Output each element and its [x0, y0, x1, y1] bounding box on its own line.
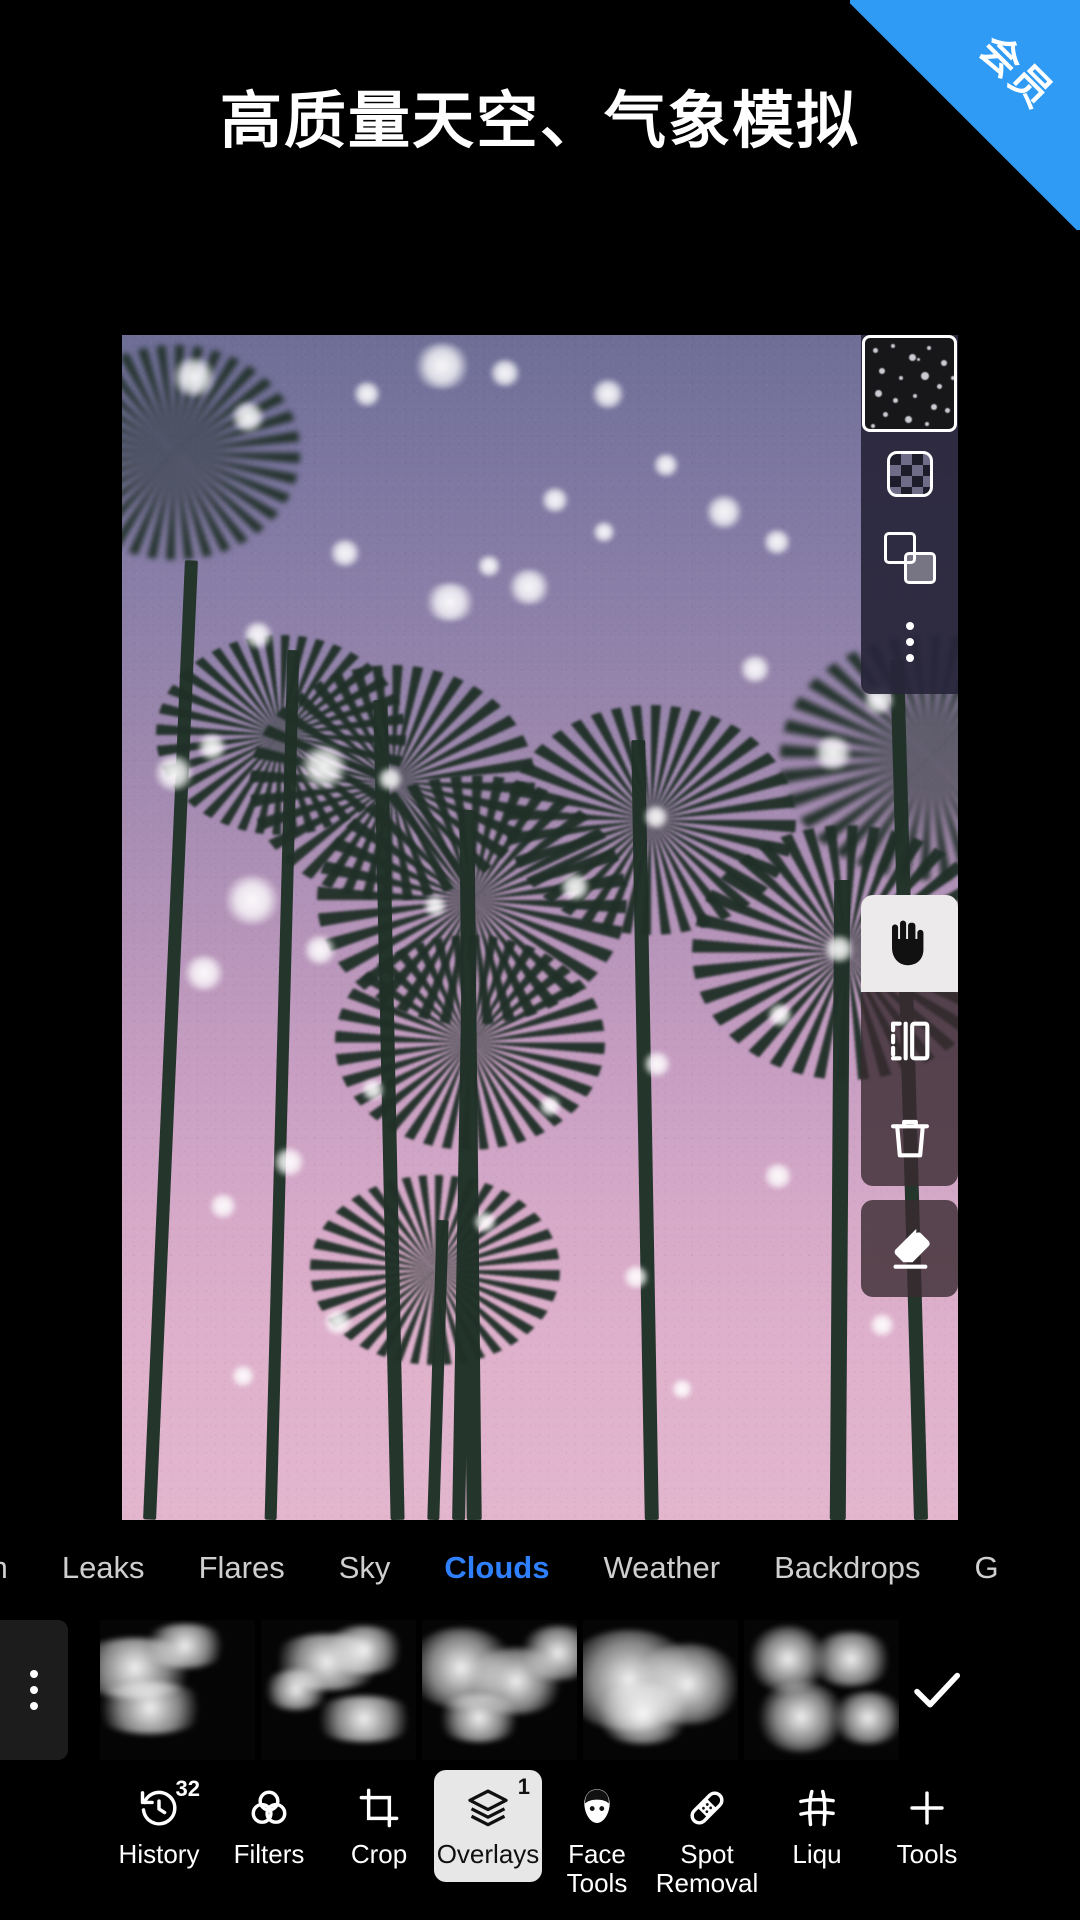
toolbar-label: Liqu	[792, 1839, 842, 1869]
overlay-more-button[interactable]	[0, 1620, 68, 1760]
more-vertical-icon	[30, 1670, 38, 1710]
mask-checkerboard-button[interactable]	[861, 432, 958, 516]
tab-clouds[interactable]: Clouds	[417, 1550, 576, 1586]
toolbar-label: Tools	[896, 1839, 958, 1869]
app-screen: 会员 高质量天空、气象模拟 Leaks Flares Sky Clouds We…	[0, 0, 1080, 1920]
hand-icon	[891, 920, 923, 965]
trash-icon	[890, 1119, 929, 1157]
snow-bokeh-overlay	[122, 335, 958, 1520]
tab-flares[interactable]: Flares	[172, 1550, 312, 1586]
bandage-icon	[684, 1784, 730, 1832]
cloud-art	[100, 1620, 255, 1760]
page-title: 高质量天空、气象模拟	[219, 87, 860, 156]
photo-canvas[interactable]	[122, 335, 958, 1520]
filters-circles-icon	[246, 1784, 292, 1832]
toolbar-item-filters[interactable]: Filters	[214, 1770, 324, 1869]
overlay-category-tabs[interactable]: m Leaks Flares Sky Clouds Weather Backdr…	[0, 1540, 1080, 1596]
toolbar-item-overlays[interactable]: 1 Overlays	[434, 1770, 542, 1882]
checkerboard-icon	[886, 451, 933, 497]
cloud-art	[583, 1620, 738, 1760]
plus-icon	[904, 1784, 950, 1832]
toolbar-label: Crop	[350, 1839, 408, 1869]
overlays-badge: 1	[517, 1774, 530, 1799]
confirm-button[interactable]	[862, 1620, 1012, 1760]
eraser-icon	[893, 1228, 930, 1269]
cloud-art	[261, 1620, 416, 1760]
eraser-tool-button[interactable]	[861, 1200, 958, 1297]
tab-sky[interactable]: Sky	[312, 1550, 418, 1586]
layer-panel	[861, 335, 958, 694]
layer-more-button[interactable]	[861, 600, 958, 684]
tab-weather[interactable]: Weather	[576, 1550, 747, 1586]
flip-horizontal-icon	[890, 1021, 929, 1060]
cloud-thumbnail-2[interactable]	[261, 1620, 416, 1760]
face-icon	[574, 1784, 620, 1832]
toolbar-item-face-tools[interactable]: Face Tools	[542, 1770, 652, 1897]
toolbar-item-liquify[interactable]: Liqu	[762, 1770, 872, 1869]
checkmark-icon	[914, 1672, 961, 1708]
overlapping-squares-icon	[883, 532, 936, 584]
overlay-layer-thumbnail[interactable]	[862, 335, 957, 432]
tab-backdrops[interactable]: Backdrops	[747, 1550, 947, 1586]
tab-grunge[interactable]: G	[948, 1550, 1026, 1586]
blend-mode-button[interactable]	[861, 516, 958, 600]
cloud-thumbnail-3[interactable]	[422, 1620, 577, 1760]
toolbar-label: Overlays	[436, 1839, 540, 1869]
tab-film[interactable]: m	[0, 1550, 35, 1586]
toolbar-label: History	[118, 1839, 200, 1869]
canvas-tool-group-primary	[861, 895, 958, 1186]
pan-tool-button[interactable]	[861, 895, 958, 992]
toolbar-label: Face Tools	[566, 1839, 628, 1898]
cloud-thumbnail-1[interactable]	[100, 1620, 255, 1760]
thumbnail-particles	[865, 338, 954, 429]
toolbar-item-history[interactable]: 32 History	[104, 1770, 214, 1869]
tab-leaks[interactable]: Leaks	[35, 1550, 172, 1586]
history-badge: 32	[175, 1776, 200, 1801]
liquify-grid-icon	[794, 1784, 840, 1832]
flip-tool-button[interactable]	[861, 992, 958, 1089]
crop-icon	[356, 1784, 402, 1832]
toolbar-item-crop[interactable]: Crop	[324, 1770, 434, 1869]
toolbar-label: Spot Removal	[655, 1839, 759, 1898]
toolbar-label: Filters	[233, 1839, 305, 1869]
layers-icon	[465, 1784, 511, 1832]
more-vertical-icon	[905, 622, 914, 662]
canvas-tool-group-eraser	[861, 1200, 958, 1297]
delete-layer-button[interactable]	[861, 1089, 958, 1186]
cloud-thumbnail-4[interactable]	[583, 1620, 738, 1760]
toolbar-item-spot-removal[interactable]: Spot Removal	[652, 1770, 762, 1897]
bottom-toolbar[interactable]: 32 History Filters Crop 1 Overlays Face …	[0, 1770, 1080, 1920]
toolbar-item-tools[interactable]: Tools	[872, 1770, 982, 1869]
canvas-tool-cluster	[861, 895, 958, 1297]
cloud-art	[422, 1620, 577, 1760]
